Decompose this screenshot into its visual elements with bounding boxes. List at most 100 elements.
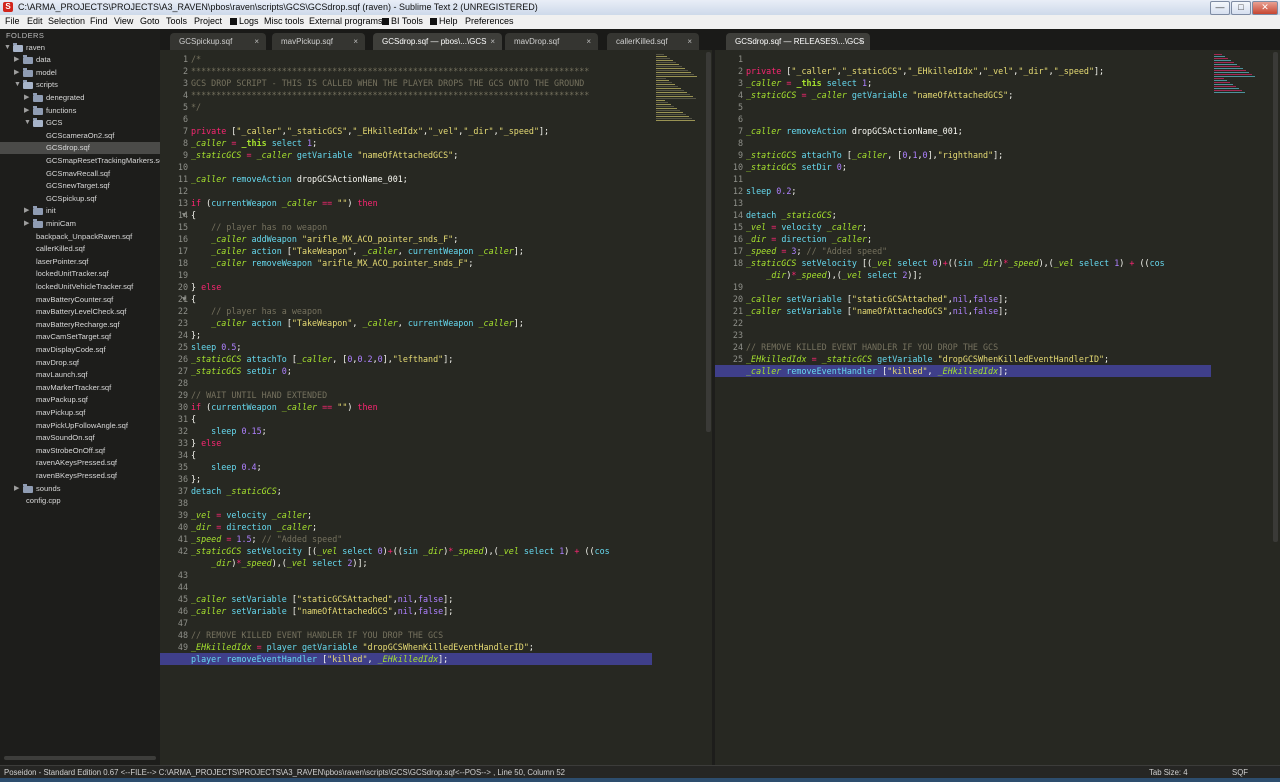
code-line[interactable]: _caller setVariable ["nameOfAttachedGCS"… bbox=[191, 605, 453, 617]
close-tab-icon[interactable]: × bbox=[687, 33, 692, 50]
chevron-right-icon[interactable]: ▶ bbox=[24, 205, 29, 217]
minimize-button[interactable]: — bbox=[1210, 1, 1230, 15]
code-line[interactable]: _caller addWeapon "arifle_MX_ACO_pointer… bbox=[191, 233, 458, 245]
code-line[interactable]: if (currentWeapon _caller == "") then bbox=[191, 401, 378, 413]
file-item[interactable]: GCSmavRecall.sqf bbox=[0, 168, 160, 180]
folder-model[interactable]: ▶ model bbox=[0, 67, 160, 79]
code-line[interactable]: { bbox=[191, 293, 196, 305]
menu-item-help[interactable]: Help bbox=[430, 16, 458, 26]
folder-minicam[interactable]: ▶ miniCam bbox=[0, 218, 160, 230]
file-item[interactable]: mavPickUpFollowAngle.sqf bbox=[0, 420, 160, 432]
minimap-right[interactable] bbox=[1212, 54, 1264, 124]
chevron-right-icon[interactable]: ▶ bbox=[14, 67, 19, 79]
tab-mavpickup[interactable]: mavPickup.sqf × bbox=[272, 33, 365, 50]
folder-init[interactable]: ▶ init bbox=[0, 205, 160, 217]
menu-item-preferences[interactable]: Preferences bbox=[465, 16, 514, 26]
menu-item-external-programs[interactable]: External programs bbox=[309, 16, 383, 26]
code-line[interactable]: _caller action ["TakeWeapon", _caller, c… bbox=[191, 317, 524, 329]
code-line[interactable]: /* bbox=[191, 53, 201, 65]
scrollbar-left[interactable] bbox=[706, 52, 711, 432]
menu-item-edit[interactable]: Edit bbox=[27, 16, 43, 26]
code-line[interactable]: } else bbox=[191, 281, 221, 293]
tab-gcsdrop[interactable]: GCSdrop.sqf — RELEASES\...\GCS × bbox=[726, 33, 870, 50]
code-line[interactable]: _caller setVariable ["nameOfAttachedGCS"… bbox=[746, 305, 1008, 317]
file-item[interactable]: mavCamSetTarget.sqf bbox=[0, 331, 160, 343]
file-item[interactable]: ravenBKeysPressed.sqf bbox=[0, 470, 160, 482]
fold-arrow-icon[interactable]: ▼ bbox=[182, 293, 186, 305]
folder-raven[interactable]: ▼ raven bbox=[0, 42, 160, 54]
tab-gcspickup[interactable]: GCSpickup.sqf × bbox=[170, 33, 266, 50]
code-line[interactable]: _dir)*_speed),(_vel select 2)]; bbox=[746, 269, 922, 281]
file-item[interactable]: mavDrop.sqf bbox=[0, 357, 160, 369]
code-line[interactable]: _staticGCS setDir 0; bbox=[746, 161, 847, 173]
file-item[interactable]: GCSdrop.sqf bbox=[0, 142, 160, 155]
code-line[interactable]: ****************************************… bbox=[191, 65, 589, 77]
code-line[interactable]: */ bbox=[191, 101, 201, 113]
code-line[interactable]: _caller removeAction dropGCSActionName_0… bbox=[191, 173, 408, 185]
code-line[interactable]: // WAIT UNTIL HAND EXTENDED bbox=[191, 389, 327, 401]
code-line[interactable]: _EHkilledIdx = _staticGCS getVariable "d… bbox=[746, 353, 1109, 365]
file-item[interactable]: mavDisplayCode.sqf bbox=[0, 344, 160, 356]
chevron-right-icon[interactable]: ▶ bbox=[14, 483, 19, 495]
menu-item-file[interactable]: File bbox=[5, 16, 20, 26]
menu-item-selection[interactable]: Selection bbox=[48, 16, 85, 26]
code-line[interactable]: // REMOVE KILLED EVENT HANDLER IF YOU DR… bbox=[746, 341, 998, 353]
file-item[interactable]: GCSnewTarget.sqf bbox=[0, 180, 160, 192]
editor-pane-left[interactable]: 1 2 3 4 5 6 7 8 9 10 11 12 13 14 ▼ 15 16 17 18 19 20 21 ▼ 22 23 2… bbox=[160, 50, 712, 765]
code-line[interactable]: ****************************************… bbox=[191, 89, 589, 101]
code-line[interactable]: detach _staticGCS; bbox=[191, 485, 282, 497]
code-line[interactable]: _caller setVariable ["staticGCSAttached"… bbox=[191, 593, 453, 605]
file-item[interactable]: mavPackup.sqf bbox=[0, 394, 160, 406]
menu-item-bi-tools[interactable]: BI Tools bbox=[382, 16, 423, 26]
code-line[interactable]: { bbox=[191, 413, 196, 425]
chevron-right-icon[interactable]: ▶ bbox=[14, 54, 19, 66]
code-line[interactable]: _staticGCS attachTo [_caller, [0,1,0],"r… bbox=[746, 149, 1003, 161]
code-line[interactable]: _caller = _this select 1; bbox=[746, 77, 872, 89]
code-line[interactable]: _dir = direction _caller; bbox=[191, 521, 317, 533]
menu-item-misc-tools[interactable]: Misc tools bbox=[264, 16, 304, 26]
file-item[interactable]: config.cpp bbox=[0, 495, 160, 507]
close-tab-icon[interactable]: × bbox=[353, 33, 358, 50]
close-tab-icon[interactable]: × bbox=[858, 33, 863, 50]
status-syntax[interactable]: SQF bbox=[1232, 768, 1248, 777]
code-line[interactable]: _staticGCS setVelocity [(_vel select 0)+… bbox=[746, 257, 1165, 269]
code-line[interactable]: _caller setVariable ["staticGCSAttached"… bbox=[746, 293, 1008, 305]
code-line[interactable]: // player has a weapon bbox=[191, 305, 322, 317]
code-line[interactable]: private ["_caller","_staticGCS","_EHkill… bbox=[746, 65, 1104, 77]
code-line[interactable]: } else bbox=[191, 437, 221, 449]
code-line[interactable]: { bbox=[191, 449, 196, 461]
code-line[interactable]: sleep 0.2; bbox=[746, 185, 796, 197]
file-item[interactable]: mavSoundOn.sqf bbox=[0, 432, 160, 444]
code-line[interactable]: if (currentWeapon _caller == "") then bbox=[191, 197, 378, 209]
code-line[interactable]: _staticGCS = _caller getVariable "nameOf… bbox=[191, 149, 458, 161]
chevron-right-icon[interactable]: ▶ bbox=[24, 92, 29, 104]
code-line[interactable]: _staticGCS attachTo [_caller, [0,0.2,0],… bbox=[191, 353, 453, 365]
code-line[interactable]: }; bbox=[191, 473, 201, 485]
chevron-down-icon[interactable]: ▼ bbox=[4, 42, 11, 54]
code-line[interactable]: sleep 0.5; bbox=[191, 341, 241, 353]
file-item[interactable]: mavBatteryCounter.sqf bbox=[0, 294, 160, 306]
file-item[interactable]: callerKilled.sqf bbox=[0, 243, 160, 255]
file-item[interactable]: GCScameraOn2.sqf bbox=[0, 130, 160, 142]
code-line[interactable]: _caller action ["TakeWeapon", _caller, c… bbox=[191, 245, 524, 257]
code-line[interactable]: { bbox=[191, 209, 196, 221]
close-tab-icon[interactable]: × bbox=[586, 33, 591, 50]
maximize-button[interactable]: □ bbox=[1231, 1, 1251, 15]
scrollbar-right[interactable] bbox=[1273, 52, 1278, 542]
file-item[interactable]: laserPointer.sqf bbox=[0, 256, 160, 268]
code-line[interactable]: _vel = velocity _caller; bbox=[191, 509, 312, 521]
file-item[interactable]: backpack_UnpackRaven.sqf bbox=[0, 231, 160, 243]
code-line-current[interactable]: player removeEventHandler ["killed", _EH… bbox=[160, 653, 652, 665]
folder-sounds[interactable]: ▶ sounds bbox=[0, 483, 160, 495]
file-item[interactable]: mavBatteryRecharge.sqf bbox=[0, 319, 160, 331]
code-line[interactable]: sleep 0.4; bbox=[191, 461, 261, 473]
chevron-right-icon[interactable]: ▶ bbox=[24, 105, 29, 117]
menu-item-logs[interactable]: Logs bbox=[230, 16, 259, 26]
code-line[interactable]: GCS DROP SCRIPT - THIS IS CALLED WHEN TH… bbox=[191, 77, 584, 89]
code-line-current[interactable]: _caller removeEventHandler ["killed", _E… bbox=[715, 365, 1211, 377]
file-item[interactable]: GCSmapResetTrackingMarkers.sqf bbox=[0, 155, 160, 167]
menu-item-project[interactable]: Project bbox=[194, 16, 222, 26]
chevron-down-icon[interactable]: ▼ bbox=[14, 79, 21, 91]
code-line[interactable]: _staticGCS setVelocity [(_vel select 0)+… bbox=[191, 545, 610, 557]
file-item[interactable]: mavMarkerTracker.sqf bbox=[0, 382, 160, 394]
